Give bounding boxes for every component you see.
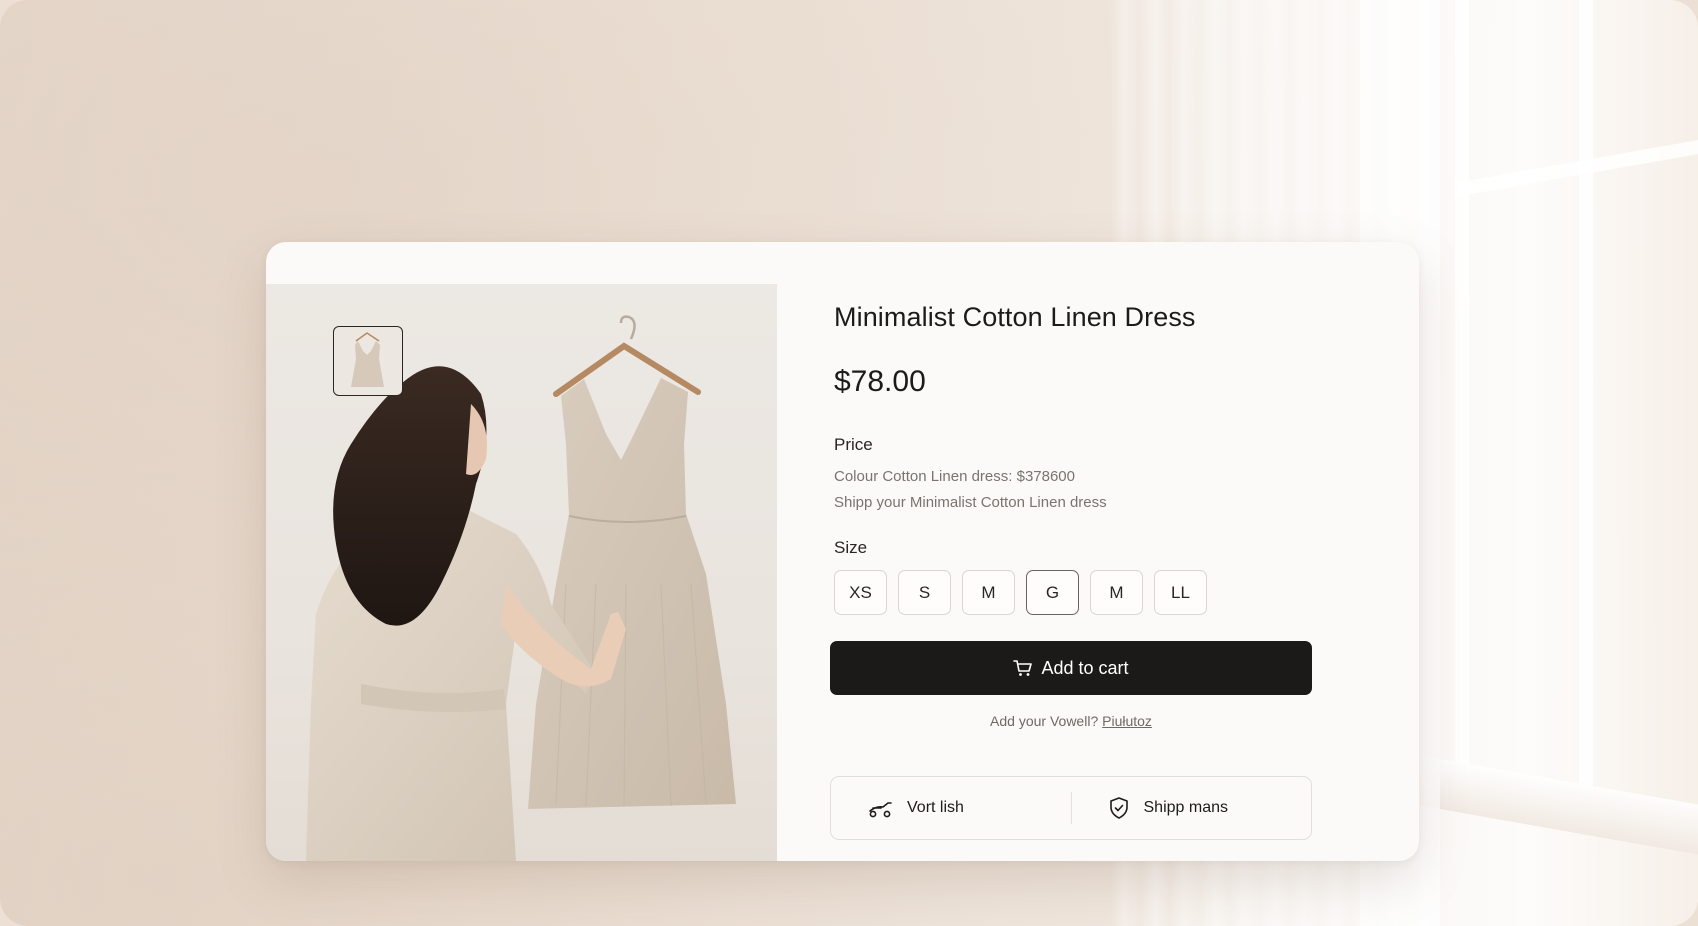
feature-label: Vort lish (907, 799, 964, 816)
help-link[interactable]: Piułutoz (1102, 713, 1152, 729)
product-card: Minimalist Cotton Linen Dress $78.00 Pri… (266, 242, 1419, 861)
size-section-label: Size (834, 538, 868, 557)
product-title: Minimalist Cotton Linen Dress (834, 302, 1196, 332)
window-frame (1455, 0, 1698, 790)
product-info: Minimalist Cotton Linen Dress $78.00 Pri… (830, 242, 1394, 861)
price-section-label: Price (834, 435, 873, 454)
size-option-g[interactable]: G (1026, 570, 1079, 615)
size-option-m-2[interactable]: M (1090, 570, 1143, 615)
cart-icon (1013, 660, 1033, 676)
size-selector: XS S M G M LL (834, 570, 1207, 615)
description-line: Colour Cotton Linen dress: $378600 (834, 468, 1075, 485)
shield-check-icon (1109, 797, 1128, 819)
background-scene: Minimalist Cotton Linen Dress $78.00 Pri… (0, 0, 1698, 926)
gallery-thumbnail[interactable] (333, 326, 403, 396)
feature-label: Shipp mans (1143, 799, 1229, 816)
feature-item: Vort lish (831, 777, 1071, 839)
help-text-row: Add your Vowell? Piułutoz (834, 713, 1308, 729)
window-mullion (1579, 0, 1593, 790)
add-to-cart-button[interactable]: Add to cart (830, 641, 1312, 695)
size-option-xs[interactable]: XS (834, 570, 887, 615)
size-option-ll[interactable]: LL (1154, 570, 1207, 615)
product-main-image (266, 284, 777, 861)
dress-thumbnail-icon (351, 332, 384, 387)
size-option-s[interactable]: S (898, 570, 951, 615)
window-transom (1455, 137, 1698, 197)
size-option-m[interactable]: M (962, 570, 1015, 615)
scooter-icon (869, 802, 892, 818)
help-text: Add your Vowell? (990, 713, 1099, 729)
product-price: $78.00 (834, 365, 926, 398)
feature-bar: Vort lish Shipp mans (830, 776, 1312, 840)
add-to-cart-label: Add to cart (1041, 657, 1129, 678)
feature-item: Shipp mans (1070, 792, 1312, 824)
description-line: Shipp your Minimalist Cotton Linen dress (834, 494, 1107, 511)
